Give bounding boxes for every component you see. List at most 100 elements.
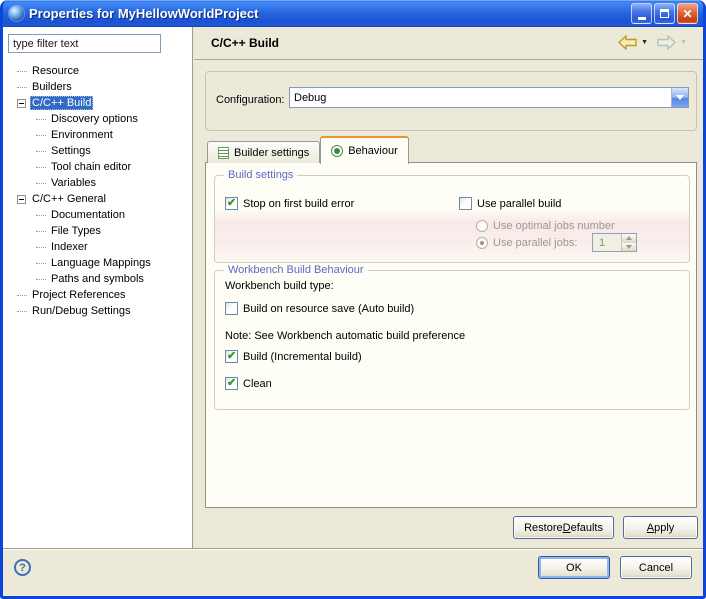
tree-item-c-c-build[interactable]: C/C++ Build bbox=[3, 95, 191, 111]
checkbox-icon bbox=[225, 302, 238, 315]
checkbox-label: Use parallel build bbox=[477, 198, 561, 210]
tab-label: Behaviour bbox=[348, 145, 398, 157]
tree-item-environment[interactable]: Environment bbox=[3, 127, 191, 143]
apply-button[interactable]: Apply bbox=[623, 516, 698, 539]
clean-checkbox[interactable]: Clean bbox=[225, 377, 272, 390]
tree-connector bbox=[17, 71, 27, 72]
back-arrow-icon[interactable] bbox=[618, 35, 637, 50]
tree-connector bbox=[36, 231, 46, 232]
footer: ? OK Cancel bbox=[3, 550, 703, 593]
checkbox-icon bbox=[225, 377, 238, 390]
forward-arrow-icon bbox=[657, 35, 676, 50]
checkbox-icon bbox=[225, 350, 238, 363]
tree-item-language-mappings[interactable]: Language Mappings bbox=[3, 255, 191, 271]
ok-button[interactable]: OK bbox=[538, 556, 610, 579]
checkbox-icon bbox=[225, 197, 238, 210]
tree-item-label: Indexer bbox=[49, 240, 90, 254]
chevron-down-icon[interactable] bbox=[671, 88, 688, 107]
tree-item-label: Documentation bbox=[49, 208, 127, 222]
group-title: Workbench Build Behaviour bbox=[224, 264, 368, 276]
radio-label: Use optimal jobs number bbox=[493, 220, 615, 232]
minimize-button[interactable] bbox=[631, 3, 652, 24]
tree-connector bbox=[36, 135, 46, 136]
radio-icon bbox=[476, 220, 488, 232]
tree-item-project-references[interactable]: Project References bbox=[3, 287, 191, 303]
checkbox-label: Build on resource save (Auto build) bbox=[243, 303, 414, 315]
back-dropdown-icon[interactable]: ▼ bbox=[641, 39, 648, 46]
tree-connector bbox=[36, 119, 46, 120]
help-icon[interactable]: ? bbox=[14, 559, 31, 576]
tree-expander-icon[interactable] bbox=[17, 195, 26, 204]
configuration-group: Configuration: Debug bbox=[205, 71, 697, 131]
workbench-build-type-label: Workbench build type: bbox=[225, 280, 334, 292]
configuration-label: Configuration: bbox=[216, 94, 285, 106]
tree-item-label: Language Mappings bbox=[49, 256, 153, 270]
restore-defaults-button[interactable]: Restore Defaults bbox=[513, 516, 614, 539]
workbench-note: Note: See Workbench automatic build pref… bbox=[225, 330, 465, 342]
parallel-jobs-spinner: 1 bbox=[592, 233, 637, 252]
tree-item-label: C/C++ General bbox=[30, 192, 108, 206]
tree-item-label: Tool chain editor bbox=[49, 160, 133, 174]
tree-item-label: File Types bbox=[49, 224, 103, 238]
tree-item-builders[interactable]: Builders bbox=[3, 79, 191, 95]
maximize-button[interactable] bbox=[654, 3, 675, 24]
tree-item-label: Builders bbox=[30, 80, 74, 94]
tree-item-documentation[interactable]: Documentation bbox=[3, 207, 191, 223]
app-icon bbox=[9, 6, 24, 21]
filter-input[interactable] bbox=[8, 34, 161, 53]
tab-content: Build settings Stop on first build error… bbox=[205, 162, 697, 508]
tree-item-run-debug-settings[interactable]: Run/Debug Settings bbox=[3, 303, 191, 319]
tab-behaviour[interactable]: Behaviour bbox=[320, 136, 409, 164]
tree-connector bbox=[36, 167, 46, 168]
tree-item-resource[interactable]: Resource bbox=[3, 63, 191, 79]
tree-item-label: Resource bbox=[30, 64, 81, 78]
tree-item-label: Environment bbox=[49, 128, 115, 142]
tree-item-label: Paths and symbols bbox=[49, 272, 146, 286]
spinner-down-icon bbox=[622, 243, 636, 252]
tree-connector bbox=[36, 263, 46, 264]
tree-connector bbox=[36, 215, 46, 216]
close-icon: ✕ bbox=[682, 8, 692, 20]
tree-item-file-types[interactable]: File Types bbox=[3, 223, 191, 239]
tree-item-variables[interactable]: Variables bbox=[3, 175, 191, 191]
tab-builder-settings[interactable]: Builder settings bbox=[207, 141, 320, 163]
build-incremental-checkbox[interactable]: Build (Incremental build) bbox=[225, 350, 362, 363]
dialog-content: ResourceBuildersC/C++ BuildDiscovery opt… bbox=[3, 27, 703, 593]
tree-connector bbox=[17, 295, 27, 296]
radio-label: Use parallel jobs: bbox=[493, 237, 577, 249]
minimize-icon bbox=[638, 17, 646, 20]
titlebar[interactable]: Properties for MyHellowWorldProject ✕ bbox=[3, 0, 703, 27]
sidebar: Resource BuildersC/C++ BuildDiscovery opt… bbox=[3, 27, 193, 548]
close-button[interactable]: ✕ bbox=[677, 3, 698, 24]
tree-item-paths-and-symbols[interactable]: Paths and symbols bbox=[3, 271, 191, 287]
tree-connector bbox=[17, 87, 27, 88]
tree-item-label: Discovery options bbox=[49, 112, 140, 126]
checkbox-icon bbox=[459, 197, 472, 210]
tree-item-label: Variables bbox=[49, 176, 98, 190]
window-title: Properties for MyHellowWorldProject bbox=[29, 6, 258, 21]
tree-item-discovery-options[interactable]: Discovery options bbox=[3, 111, 191, 127]
page-header: C/C++ Build ▼ ▼ bbox=[194, 27, 703, 60]
page-title: C/C++ Build bbox=[211, 36, 279, 50]
forward-dropdown-icon: ▼ bbox=[680, 39, 687, 46]
tree-expander-icon[interactable] bbox=[17, 99, 26, 108]
tree-connector bbox=[17, 311, 27, 312]
tree-connector bbox=[36, 279, 46, 280]
configuration-value: Debug bbox=[290, 92, 671, 104]
tree-item-settings[interactable]: Settings bbox=[3, 143, 191, 159]
spinner-value: 1 bbox=[593, 234, 621, 251]
cancel-button[interactable]: Cancel bbox=[620, 556, 692, 579]
tree-item-tool-chain-editor[interactable]: Tool chain editor bbox=[3, 159, 191, 175]
tree-item-indexer[interactable]: Indexer bbox=[3, 239, 191, 255]
properties-tree: Resource BuildersC/C++ BuildDiscovery opt… bbox=[3, 63, 191, 319]
checkbox-label: Clean bbox=[243, 378, 272, 390]
tab-label: Builder settings bbox=[234, 147, 309, 159]
stop-on-first-build-error-checkbox[interactable]: Stop on first build error bbox=[225, 197, 354, 210]
properties-dialog: Properties for MyHellowWorldProject ✕ Re… bbox=[0, 0, 706, 599]
configuration-select[interactable]: Debug bbox=[289, 87, 689, 108]
build-on-resource-save-checkbox[interactable]: Build on resource save (Auto build) bbox=[225, 302, 414, 315]
build-settings-group: Build settings Stop on first build error… bbox=[214, 175, 690, 263]
radio-icon bbox=[476, 237, 488, 249]
tree-item-c-c-general[interactable]: C/C++ General bbox=[3, 191, 191, 207]
use-parallel-build-checkbox[interactable]: Use parallel build bbox=[459, 197, 561, 210]
